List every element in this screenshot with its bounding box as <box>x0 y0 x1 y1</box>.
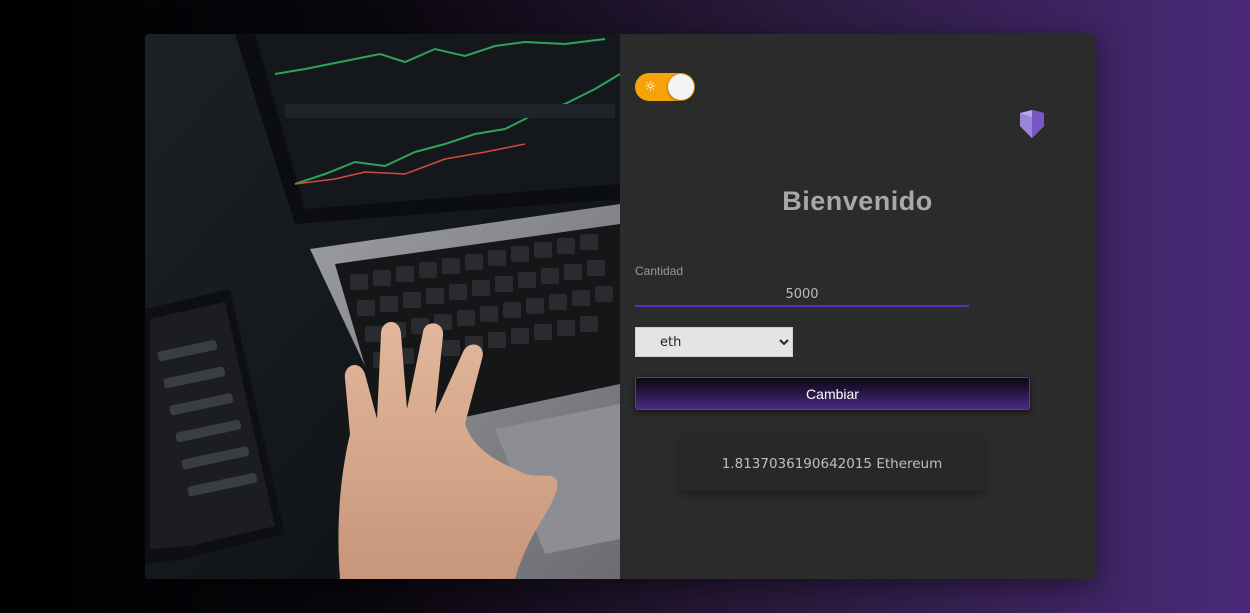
trading-laptop-photo <box>145 34 620 579</box>
converter-panel: ☼ Bienvenido Cantidad eth Cambiar 1.8137… <box>620 34 1095 579</box>
login-card: ☼ Bienvenido Cantidad eth Cambiar 1.8137… <box>145 34 1095 579</box>
page-title: Bienvenido <box>782 186 933 216</box>
shield-logo-icon <box>1020 110 1044 138</box>
amount-label: Cantidad <box>635 264 684 278</box>
theme-toggle[interactable]: ☼ <box>635 73 695 101</box>
toggle-knob <box>668 74 694 100</box>
photo-illustration <box>145 34 620 579</box>
sun-icon: ☼ <box>644 79 657 95</box>
result-text: 1.8137036190642015 Ethereum <box>721 456 943 472</box>
convert-button[interactable]: Cambiar <box>635 377 1030 410</box>
currency-select[interactable]: eth <box>635 327 793 357</box>
result-box: 1.8137036190642015 Ethereum <box>679 437 985 491</box>
amount-input[interactable] <box>635 283 969 307</box>
